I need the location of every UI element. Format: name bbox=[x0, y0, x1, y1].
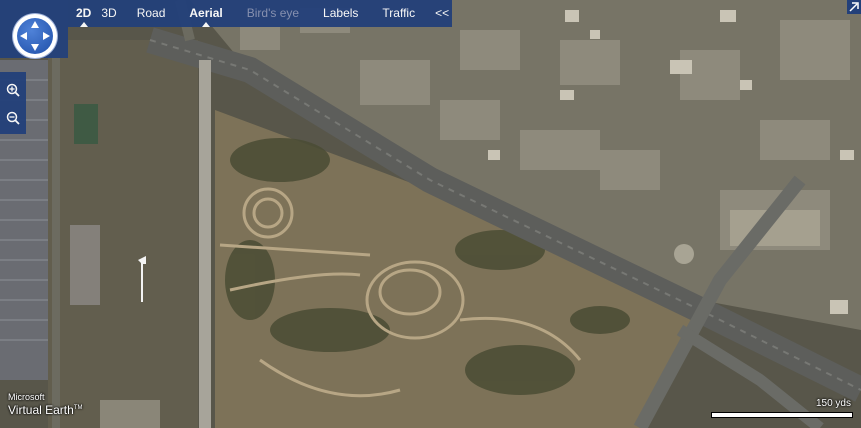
pan-up-arrow[interactable] bbox=[31, 21, 39, 28]
scale-bar-line bbox=[711, 412, 853, 418]
collapse-label: << bbox=[435, 6, 450, 20]
mode-2d-label: 2D bbox=[76, 6, 92, 20]
scale-label: 150 yds bbox=[815, 398, 851, 409]
map-pin[interactable] bbox=[136, 256, 148, 302]
aerial-map[interactable] bbox=[0, 0, 861, 428]
style-birds-eye-label: Bird's eye bbox=[246, 6, 300, 20]
style-aerial-button[interactable]: Aerial bbox=[177, 0, 234, 27]
zoom-panel bbox=[0, 72, 26, 134]
zoom-out-button[interactable] bbox=[3, 108, 23, 128]
pan-right-arrow[interactable] bbox=[43, 32, 50, 40]
style-birds-eye-button[interactable]: Bird's eye bbox=[235, 0, 311, 27]
logo-virtual-earth: Virtual EarthTM bbox=[8, 402, 82, 417]
expand-arrow-icon bbox=[849, 2, 859, 12]
traffic-toggle-button[interactable]: Traffic bbox=[370, 0, 427, 27]
labels-toggle-button[interactable]: Labels bbox=[311, 0, 370, 27]
active-caret bbox=[79, 22, 88, 27]
style-road-button[interactable]: Road bbox=[125, 0, 178, 27]
pin-icon bbox=[138, 256, 146, 302]
virtual-earth-logo: Microsoft Virtual EarthTM bbox=[8, 392, 82, 417]
zoom-in-icon bbox=[6, 83, 20, 97]
logo-product-name: Virtual Earth bbox=[8, 403, 74, 417]
zoom-in-button[interactable] bbox=[3, 80, 23, 100]
compass-pan-control[interactable] bbox=[13, 14, 57, 58]
mode-3d-button[interactable]: 3D bbox=[99, 0, 124, 27]
traffic-toggle-label: Traffic bbox=[382, 6, 416, 20]
logo-microsoft: Microsoft bbox=[8, 392, 45, 402]
expand-button[interactable] bbox=[847, 0, 861, 14]
mode-3d-label: 3D bbox=[101, 6, 117, 20]
labels-toggle-label: Labels bbox=[323, 6, 359, 20]
scale-bar: 150 yds bbox=[709, 398, 855, 422]
mode-2d-button[interactable]: 2D bbox=[68, 0, 99, 27]
style-aerial-label: Aerial bbox=[189, 6, 223, 20]
logo-trademark: TM bbox=[73, 405, 83, 411]
active-caret bbox=[202, 22, 211, 27]
pan-left-arrow[interactable] bbox=[20, 32, 27, 40]
map-toolbar: 2D 3D Road Aerial Bird's eye Labels Traf… bbox=[68, 0, 452, 27]
style-road-label: Road bbox=[136, 6, 166, 20]
collapse-toolbar-button[interactable]: << bbox=[427, 0, 457, 27]
pan-down-arrow[interactable] bbox=[31, 44, 39, 51]
zoom-out-icon bbox=[6, 111, 20, 125]
